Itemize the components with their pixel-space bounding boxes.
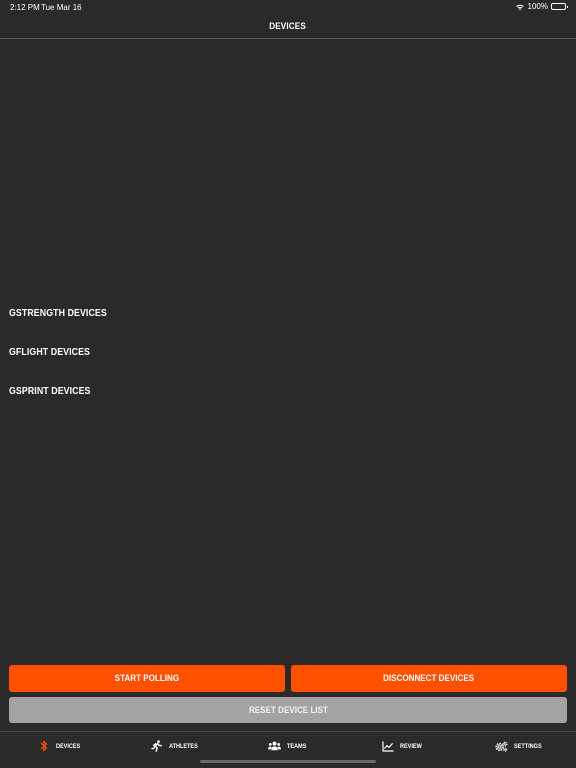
status-bar: 2:12 PM Tue Mar 16 100% — [0, 0, 576, 14]
wifi-icon — [515, 3, 525, 11]
running-person-icon — [151, 740, 163, 752]
disconnect-devices-button[interactable]: DISCONNECT DEVICES — [291, 665, 567, 692]
tab-devices-label: DEVICES — [56, 742, 81, 750]
tab-athletes-label: ATHLETES — [169, 742, 198, 750]
tab-teams[interactable]: TEAMS — [268, 740, 310, 752]
section-gstrength-devices: GSTRENGTH DEVICES — [9, 308, 107, 319]
tab-review-label: REVIEW — [400, 742, 422, 750]
reset-device-list-label: RESET DEVICE LIST — [248, 704, 328, 716]
section-gflight-devices: GFLIGHT DEVICES — [9, 347, 91, 358]
battery-icon — [551, 3, 568, 10]
chart-line-icon — [382, 740, 394, 752]
nav-bar: DEVICES — [0, 14, 576, 39]
start-polling-label: START POLLING — [114, 673, 180, 684]
battery-percent: 100% — [527, 2, 548, 11]
tab-review[interactable]: REVIEW — [382, 740, 426, 752]
bluetooth-icon — [38, 740, 50, 752]
tab-devices[interactable]: DEVICES — [38, 740, 85, 752]
reset-device-list-button[interactable]: RESET DEVICE LIST — [9, 697, 567, 723]
status-date: Tue Mar 16 — [41, 3, 82, 12]
status-right: 100% — [515, 2, 568, 11]
tab-settings[interactable]: SETTINGS — [495, 740, 547, 752]
tab-teams-label: TEAMS — [287, 742, 307, 750]
tab-athletes[interactable]: ATHLETES — [151, 740, 203, 752]
users-icon — [268, 740, 281, 752]
disconnect-devices-label: DISCONNECT DEVICES — [383, 673, 475, 684]
tab-settings-label: SETTINGS — [514, 742, 542, 750]
status-time: 2:12 PM — [10, 3, 40, 12]
page-title: DEVICES — [269, 20, 307, 32]
gears-icon — [495, 740, 508, 752]
section-gsprint-devices: GSPRINT DEVICES — [9, 386, 91, 397]
start-polling-button[interactable]: START POLLING — [9, 665, 285, 692]
home-indicator — [200, 760, 376, 763]
